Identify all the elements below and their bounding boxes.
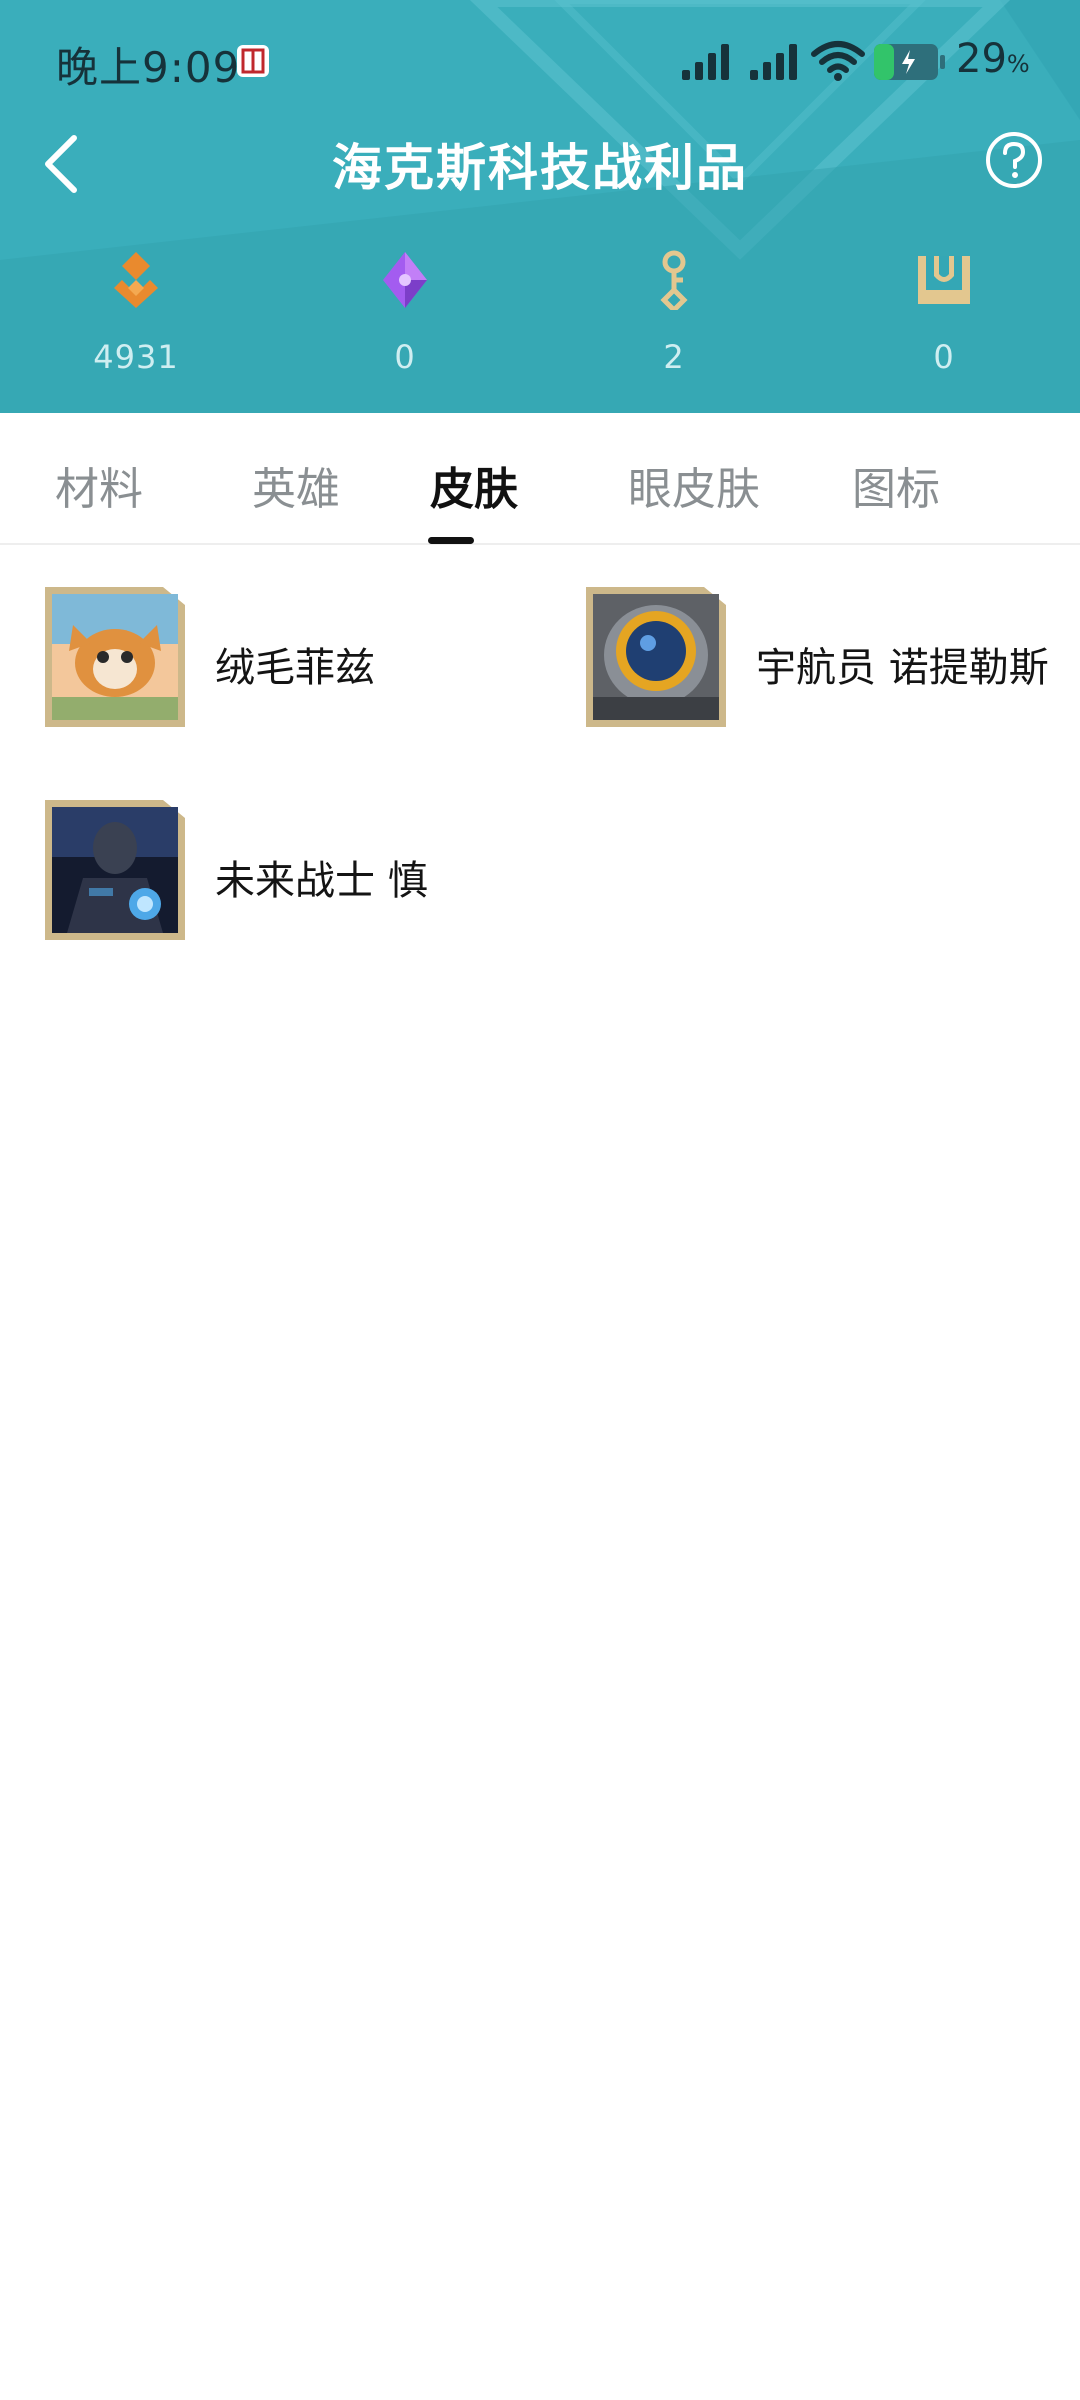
orange-essence-icon <box>114 252 158 308</box>
signal-icon <box>682 44 729 80</box>
currency-key[interactable]: 2 <box>594 250 754 400</box>
notification-app-icon <box>237 45 269 77</box>
currency-purple-gem[interactable]: 0 <box>325 250 485 400</box>
currency-row: 4931 0 2 0 <box>0 250 1080 400</box>
tab-icons[interactable]: 图标 <box>852 453 940 517</box>
chest-icon <box>918 256 970 304</box>
orange-essence-count: 4931 <box>93 338 179 376</box>
tab-ward-skins[interactable]: 眼皮肤 <box>628 453 760 517</box>
skin-item-surgeon-shen[interactable]: 未来战士 慎 <box>43 798 523 948</box>
help-icon[interactable] <box>984 130 1044 190</box>
wifi-icon <box>811 41 865 81</box>
battery-percentage: 29% <box>956 36 1030 82</box>
currency-orange-essence[interactable]: 4931 <box>56 250 216 400</box>
skin-name: 未来战士 慎 <box>215 858 428 904</box>
skin-thumbnail <box>45 800 185 940</box>
header: 晚上9:09 29% 海克斯科技战利品 4931 0 2 0 <box>0 0 1080 413</box>
skin-item-astronaut-nautilus[interactable]: 宇航员 诺提勒斯 <box>584 585 1080 735</box>
skin-thumbnail <box>45 587 185 727</box>
tab-materials[interactable]: 材料 <box>55 453 143 517</box>
key-icon <box>660 250 688 310</box>
nav-bar: 海克斯科技战利品 <box>0 120 1080 236</box>
page-title: 海克斯科技战利品 <box>332 139 748 197</box>
signal-icon-2 <box>750 44 797 80</box>
currency-chest[interactable]: 0 <box>864 250 1024 400</box>
chest-count: 0 <box>933 338 955 376</box>
skin-name: 宇航员 诺提勒斯 <box>756 645 1049 691</box>
skin-item-fuzz-fizz[interactable]: 绒毛菲兹 <box>43 585 523 735</box>
skin-thumbnail <box>586 587 726 727</box>
tab-champions[interactable]: 英雄 <box>252 453 340 517</box>
skin-name: 绒毛菲兹 <box>215 645 375 691</box>
tab-skins[interactable]: 皮肤 <box>430 453 518 517</box>
status-bar: 晚上9:09 29% <box>0 0 1080 120</box>
purple-gem-icon <box>383 252 427 308</box>
category-tabs: 材料 英雄 皮肤 眼皮肤 图标 <box>0 413 1080 545</box>
purple-gem-count: 0 <box>394 338 416 376</box>
battery-icon <box>874 44 945 80</box>
key-count: 2 <box>663 338 685 376</box>
active-tab-indicator <box>428 537 474 544</box>
status-time: 晚上9:09 <box>56 43 241 92</box>
